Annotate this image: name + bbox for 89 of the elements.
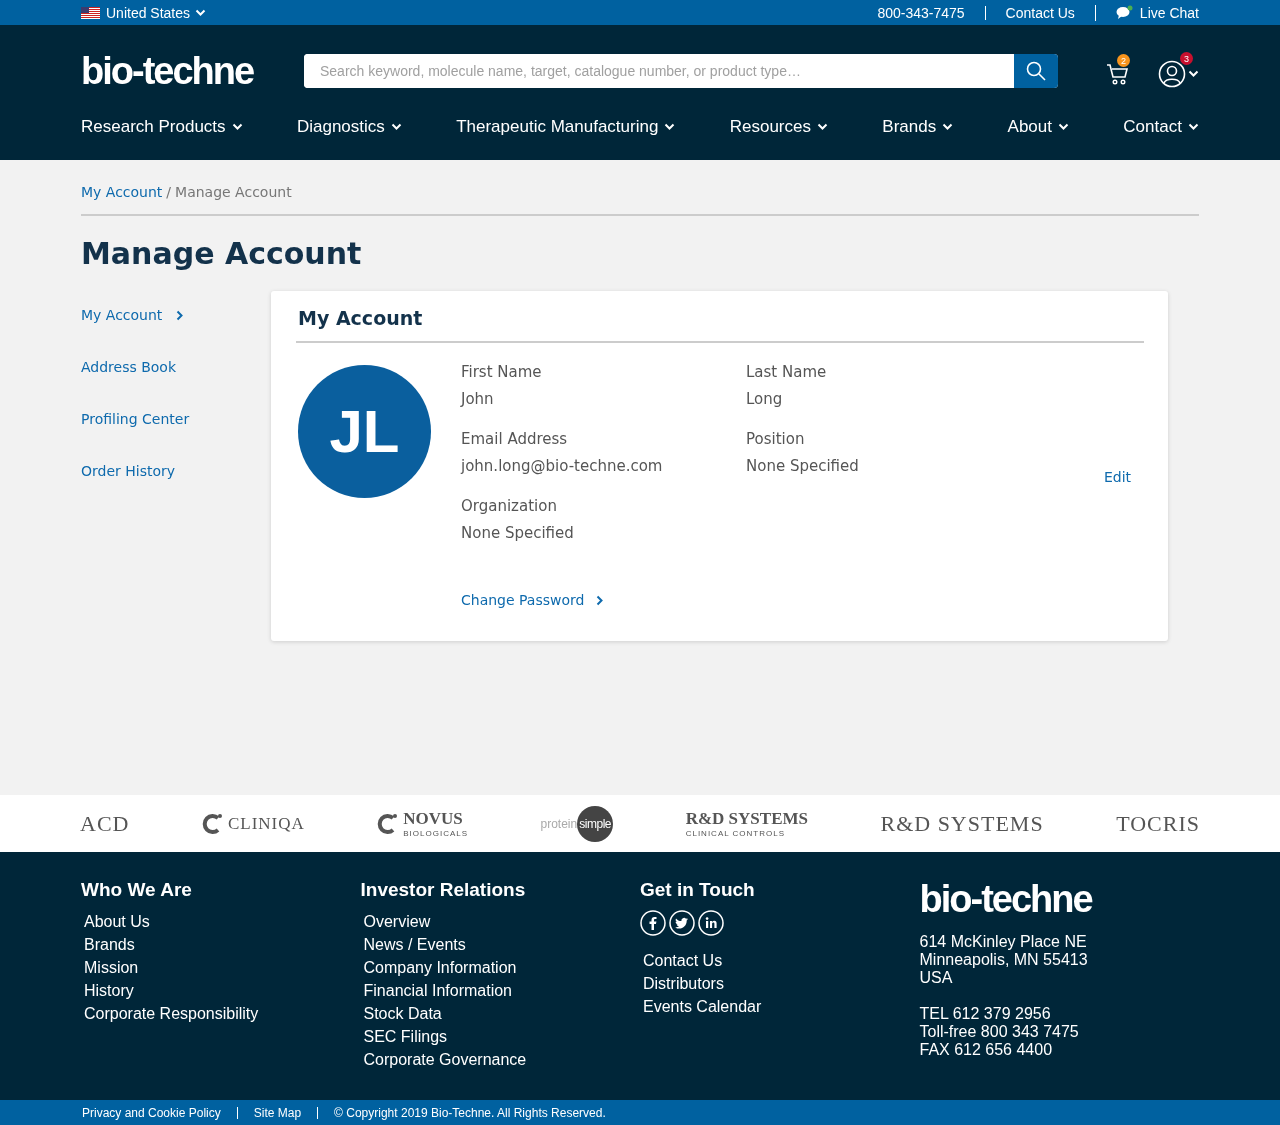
cart-count-badge: 2 <box>1117 54 1130 67</box>
field-value: Long <box>746 390 784 408</box>
user-icon <box>1158 60 1186 88</box>
chevron-down-icon <box>664 123 676 131</box>
footer-heading: Who We Are <box>81 879 193 901</box>
nav-menu-item[interactable]: About <box>1007 117 1069 137</box>
card-title: My Account <box>296 307 1144 343</box>
nav-menu-item[interactable]: Resources <box>729 117 828 137</box>
brand-mark-icon <box>377 812 400 835</box>
brand-logo[interactable]: TOCRIS <box>1116 810 1200 837</box>
nav-menu-item[interactable]: Diagnostics <box>296 117 402 137</box>
field-label: Organization <box>461 497 558 515</box>
chevron-down-icon <box>942 123 954 131</box>
copyright-text: © Copyright 2019 Bio-Techne. All Rights Reserved. <box>317 1106 622 1119</box>
footer-link[interactable]: Site Map <box>236 1106 318 1119</box>
footer-link[interactable]: Corporate Governance <box>360 1048 640 1071</box>
footer-link[interactable]: Distributors <box>640 972 920 995</box>
footer-link[interactable]: Stock Data <box>360 1002 640 1025</box>
facebook-icon[interactable] <box>640 910 666 936</box>
field-label: Last Name <box>746 363 828 381</box>
brand-logo[interactable]: ACD <box>80 810 130 837</box>
chat-bubble-icon <box>1115 4 1134 21</box>
footer-link[interactable]: Financial Information <box>360 979 640 1002</box>
live-chat-link[interactable]: Live Chat <box>1094 4 1199 21</box>
chevron-down-icon <box>390 123 402 131</box>
nav-menu-item[interactable]: Research Products <box>81 117 243 137</box>
brand-logo[interactable]: R&D SYSTEMS <box>880 810 1044 837</box>
chevron-down-icon <box>195 8 207 17</box>
address-text: 614 McKinley Place NE Minneapolis, MN 55413 USA <box>919 933 1089 987</box>
edit-link[interactable]: Edit <box>1104 469 1132 487</box>
nav-menu-item[interactable]: Contact <box>1123 117 1199 137</box>
brand-mark-icon <box>201 812 224 835</box>
field-value: john.long@bio-techne.com <box>461 457 664 475</box>
linkedin-icon[interactable] <box>698 910 724 936</box>
footer-link[interactable]: Events Calendar <box>640 995 920 1018</box>
nav-menu-item[interactable]: Brands <box>882 117 954 137</box>
twitter-icon[interactable] <box>669 910 695 936</box>
footer-heading: Investor Relations <box>360 879 527 901</box>
account-button[interactable]: 3 <box>1156 52 1203 90</box>
footer-link[interactable]: About Us <box>81 910 361 933</box>
sidebar-link[interactable]: Profiling Center <box>81 409 190 429</box>
sidebar-link[interactable]: My Account <box>81 305 184 325</box>
field-label: Position <box>746 430 806 448</box>
breadcrumb-separator: / <box>166 184 172 200</box>
page-title: Manage Account <box>81 236 363 271</box>
field-value: None Specified <box>461 524 575 542</box>
cart-icon <box>1106 62 1130 86</box>
chevron-down-icon <box>1188 70 1199 78</box>
brand-logo[interactable]: CLINIQA <box>201 812 305 835</box>
brand-logo[interactable]: NOVUS BIOLOGICALS <box>377 809 469 838</box>
search-field[interactable]: Search keyword, molecule name, target, catalogue number, or product type… <box>304 54 1058 88</box>
chevron-down-icon <box>1058 123 1069 131</box>
breadcrumb-current: Manage Account <box>175 184 292 200</box>
breadcrumb-link[interactable]: My Account <box>81 184 163 200</box>
flag-icon <box>81 6 100 19</box>
sidebar-link[interactable]: Order History <box>81 461 176 481</box>
change-password-link[interactable]: Change Password <box>461 592 604 608</box>
phone-numbers-text: TEL 612 379 2956 Toll-free 800 343 7475 FAX 612 656 4400 <box>919 1005 1080 1059</box>
search-button[interactable] <box>1014 54 1058 88</box>
contact-link[interactable]: Contact Us <box>984 5 1095 20</box>
avatar: JL <box>298 365 431 498</box>
search-icon <box>1026 61 1046 81</box>
brand-logo[interactable]: R&D SYSTEMS CLINICAL CONTROLS <box>685 809 808 838</box>
chevron-down-icon <box>817 123 828 131</box>
company-logo: bio-techne <box>919 879 1094 919</box>
field-value: John <box>461 390 495 408</box>
region-selector[interactable]: United States <box>106 4 207 21</box>
nav-menu-item[interactable]: Therapeutic Manufacturing <box>456 117 676 137</box>
footer-link[interactable]: Brands <box>81 933 361 956</box>
footer-link[interactable]: Contact Us <box>640 949 920 972</box>
field-label: Email Address <box>461 430 569 448</box>
footer-heading: Get in Touch <box>640 879 756 901</box>
phone-link[interactable]: 800-343-7475 <box>857 5 985 20</box>
chevron-down-icon <box>231 123 243 131</box>
footer-link[interactable]: Privacy and Cookie Policy <box>81 1106 237 1119</box>
footer-link[interactable]: News / Events <box>360 933 640 956</box>
field-value: None Specified <box>746 457 860 475</box>
sidebar-link[interactable]: Address Book <box>81 357 177 377</box>
footer-link[interactable]: Corporate Responsibility <box>81 1002 361 1025</box>
footer-link[interactable]: SEC Filings <box>360 1025 640 1048</box>
chevron-down-icon <box>1187 123 1199 131</box>
company-logo[interactable]: bio-techne <box>81 49 304 93</box>
footer-link[interactable]: History <box>81 979 361 1002</box>
footer-link[interactable]: Mission <box>81 956 361 979</box>
footer-link[interactable]: Company Information <box>360 956 640 979</box>
field-label: First Name <box>461 363 543 381</box>
notification-badge: 3 <box>1180 52 1193 65</box>
chevron-right-icon <box>596 594 604 606</box>
footer-link[interactable]: Overview <box>360 910 640 933</box>
